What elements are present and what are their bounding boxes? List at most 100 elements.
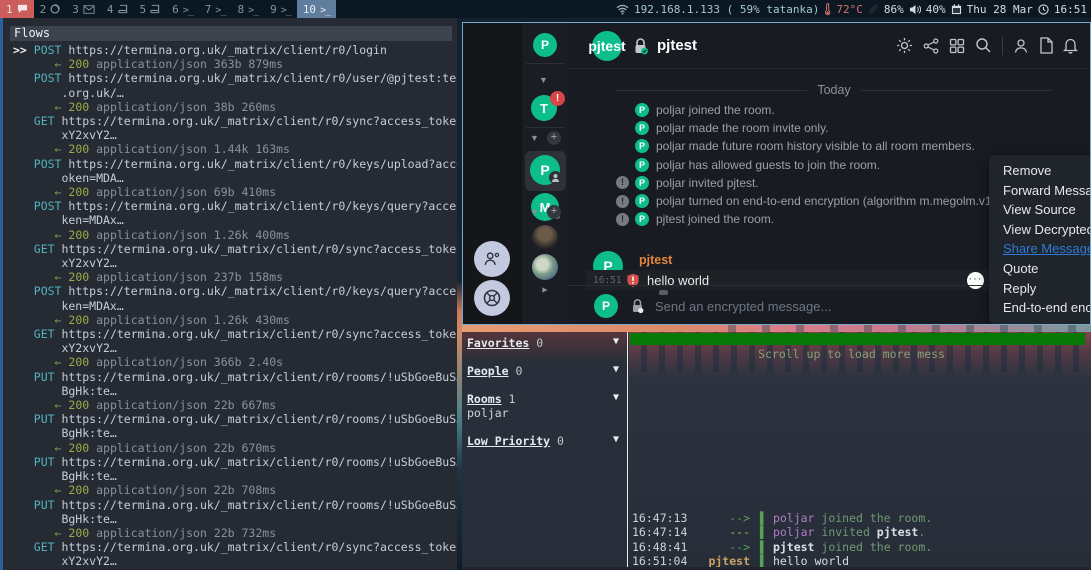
collapse-arrow-icon[interactable]: ▼ — [613, 434, 619, 445]
chevron-right-icon[interactable]: ▼ — [539, 286, 549, 295]
message-timestamp: 16:51 — [593, 275, 623, 286]
flow-line[interactable]: ← 200 application/json 22b 708ms — [13, 483, 457, 497]
flow-line[interactable]: ← 200 application/json 237b 158ms — [13, 270, 457, 284]
message-sender[interactable]: pjtest — [639, 253, 672, 267]
flow-line[interactable]: ← 200 application/json 366b 2.40s — [13, 355, 457, 369]
buffer-section-low-priority[interactable]: Low Priority 0▼ — [467, 434, 619, 448]
menu-item-share-message[interactable]: Share Message — [989, 239, 1091, 259]
buffer-section-favorites[interactable]: Favorites 0▼ — [467, 336, 619, 350]
flow-line[interactable]: PUT https://termina.org.uk/_matrix/clien… — [13, 455, 457, 469]
flow-line[interactable]: ← 200 application/json 22b 667ms — [13, 398, 457, 412]
chat-prefix: --> — [698, 511, 750, 525]
flow-line[interactable]: ← 200 application/json 363b 879ms — [13, 57, 457, 71]
flow-line[interactable]: ken=MDAx… — [13, 213, 457, 227]
menu-item-quote[interactable]: Quote — [989, 259, 1091, 279]
flow-line[interactable]: ← 200 application/json 69b 410ms — [13, 185, 457, 199]
notifications-bell-icon[interactable] — [1063, 37, 1078, 54]
composer-lock-icon — [630, 298, 645, 314]
workspace-tile[interactable]: 4 — [101, 0, 134, 18]
flow-line[interactable]: PUT https://termina.org.uk/_matrix/clien… — [13, 370, 457, 384]
flow-line[interactable]: ← 200 application/json 22b 670ms — [13, 441, 457, 455]
flow-line[interactable]: oken=MDA… — [13, 171, 457, 185]
workspace-tile[interactable]: 7>_ — [199, 0, 232, 18]
menu-item-remove[interactable]: Remove — [989, 161, 1091, 181]
flow-line[interactable]: ← 200 application/json 38b 260ms — [13, 100, 457, 114]
workspace-tile[interactable]: 9>_ — [264, 0, 297, 18]
flow-line[interactable]: POST https://termina.org.uk/_matrix/clie… — [13, 71, 457, 85]
menu-item-forward-message[interactable]: Forward Message — [989, 181, 1091, 201]
flow-line[interactable]: POST https://termina.org.uk/_matrix/clie… — [13, 157, 457, 171]
flow-line[interactable]: .org.uk/… — [13, 86, 457, 100]
apps-grid-icon[interactable] — [949, 38, 965, 54]
add-room-button[interactable]: + — [547, 205, 561, 219]
buffer-section-people[interactable]: People 0▼ — [467, 364, 619, 378]
term-icon: >_ — [248, 3, 258, 16]
flow-line[interactable]: ← 200 application/json 1.26k 430ms — [13, 313, 457, 327]
flow-line[interactable]: GET https://termina.org.uk/_matrix/clien… — [13, 114, 457, 128]
flow-line[interactable]: ← 200 application/json 1.44k 163ms — [13, 142, 457, 156]
event-avatar: P — [635, 139, 649, 153]
menu-item-end-to-end-encry[interactable]: End-to-end encry — [989, 298, 1091, 318]
flow-line[interactable]: BgHk:te… — [13, 384, 457, 398]
composer-input[interactable]: Send an encrypted message... — [655, 299, 1029, 314]
collapse-arrow-icon[interactable]: ▼ — [613, 364, 619, 375]
flow-line[interactable]: ken=MDAx… — [13, 299, 457, 313]
menu-item-reply[interactable]: Reply — [989, 279, 1091, 299]
flow-line[interactable]: POST https://termina.org.uk/_matrix/clie… — [13, 199, 457, 213]
workspace-number: 4 — [107, 3, 114, 16]
buffer-section-rooms[interactable]: Rooms 1▼ — [467, 392, 619, 406]
flow-line[interactable]: BgHk:te… — [13, 512, 457, 526]
mitmproxy-terminal-window[interactable]: Flows >> POST https://termina.org.uk/_ma… — [0, 18, 457, 570]
share-icon[interactable] — [923, 38, 939, 54]
flow-line[interactable]: xY2xvY2… — [13, 256, 457, 270]
files-icon[interactable] — [1039, 37, 1053, 54]
chevron-down-icon[interactable]: ▼ — [539, 75, 548, 85]
buffer-item[interactable]: poljar — [467, 406, 509, 420]
top-status-bar: 123456>_7>_8>_9>_10>_ 192.168.1.133 ( 59… — [0, 0, 1091, 18]
flow-line[interactable]: ← 200 application/json 1.26k 400ms — [13, 228, 457, 242]
collapse-arrow-icon[interactable]: ▼ — [613, 336, 619, 347]
menu-item-view-source[interactable]: View Source — [989, 200, 1091, 220]
warning-icon: ! — [616, 195, 629, 208]
chevron-down-icon[interactable]: ▼ — [530, 133, 539, 143]
chevron-down-icon[interactable]: ▼ — [530, 207, 539, 217]
flow-line[interactable]: xY2xvY2… — [13, 128, 457, 142]
workspace-number: 1 — [6, 3, 13, 16]
tower-room-avatar[interactable] — [532, 225, 558, 251]
workspace-tile[interactable]: 5 — [134, 0, 167, 18]
chat-log: 16:47:13-->▌poljar joined the room.16:47… — [632, 511, 1091, 568]
workspace-tile[interactable]: 8>_ — [231, 0, 264, 18]
element-client-window[interactable]: P ▼ T ! ▼ + P M ▼ + ▼ pjtest pjtest — [462, 22, 1091, 325]
flow-line[interactable]: GET https://termina.org.uk/_matrix/clien… — [13, 540, 457, 554]
workspace-tile[interactable]: 1 — [0, 0, 34, 18]
search-icon[interactable] — [975, 37, 992, 54]
flow-line[interactable]: GET https://termina.org.uk/_matrix/clien… — [13, 242, 457, 256]
menu-item-view-decrypted-s[interactable]: View Decrypted S — [989, 220, 1091, 240]
start-chat-button[interactable] — [474, 241, 510, 277]
warning-icon: ! — [616, 213, 629, 226]
flow-line[interactable]: PUT https://termina.org.uk/_matrix/clien… — [13, 412, 457, 426]
flow-line[interactable]: PUT https://termina.org.uk/_matrix/clien… — [13, 498, 457, 512]
flow-line[interactable]: >> POST https://termina.org.uk/_matrix/c… — [13, 43, 457, 57]
explore-rooms-button[interactable] — [474, 280, 510, 316]
flows-title-bar: Flows — [10, 26, 452, 41]
flow-line[interactable]: GET https://termina.org.uk/_matrix/clien… — [13, 327, 457, 341]
flow-line[interactable]: POST https://termina.org.uk/_matrix/clie… — [13, 284, 457, 298]
collapse-arrow-icon[interactable]: ▼ — [613, 392, 619, 403]
workspace-tile[interactable]: 3 — [66, 0, 101, 18]
flow-line[interactable]: BgHk:te… — [13, 469, 457, 483]
workspace-tile[interactable]: 10>_ — [297, 0, 336, 18]
members-icon[interactable] — [1013, 38, 1029, 54]
user-avatar[interactable]: P — [533, 33, 557, 57]
flow-line[interactable]: xY2xvY2… — [13, 341, 457, 355]
element-left-rail — [463, 23, 521, 324]
add-room-button[interactable]: + — [547, 131, 561, 145]
flow-line[interactable]: BgHk:te… — [13, 426, 457, 440]
flow-line[interactable]: ← 200 application/json 22b 732ms — [13, 526, 457, 540]
weechat-window[interactable]: Favorites 0▼ People 0▼ Rooms 1▼poljar Low P… — [462, 332, 1091, 570]
workspace-tile[interactable]: 2 — [34, 0, 67, 18]
flow-line[interactable]: xY2xvY2… — [13, 554, 457, 568]
settings-gear-icon[interactable] — [896, 37, 913, 54]
globe-room-avatar[interactable] — [532, 254, 558, 280]
workspace-tile[interactable]: 6>_ — [166, 0, 199, 18]
